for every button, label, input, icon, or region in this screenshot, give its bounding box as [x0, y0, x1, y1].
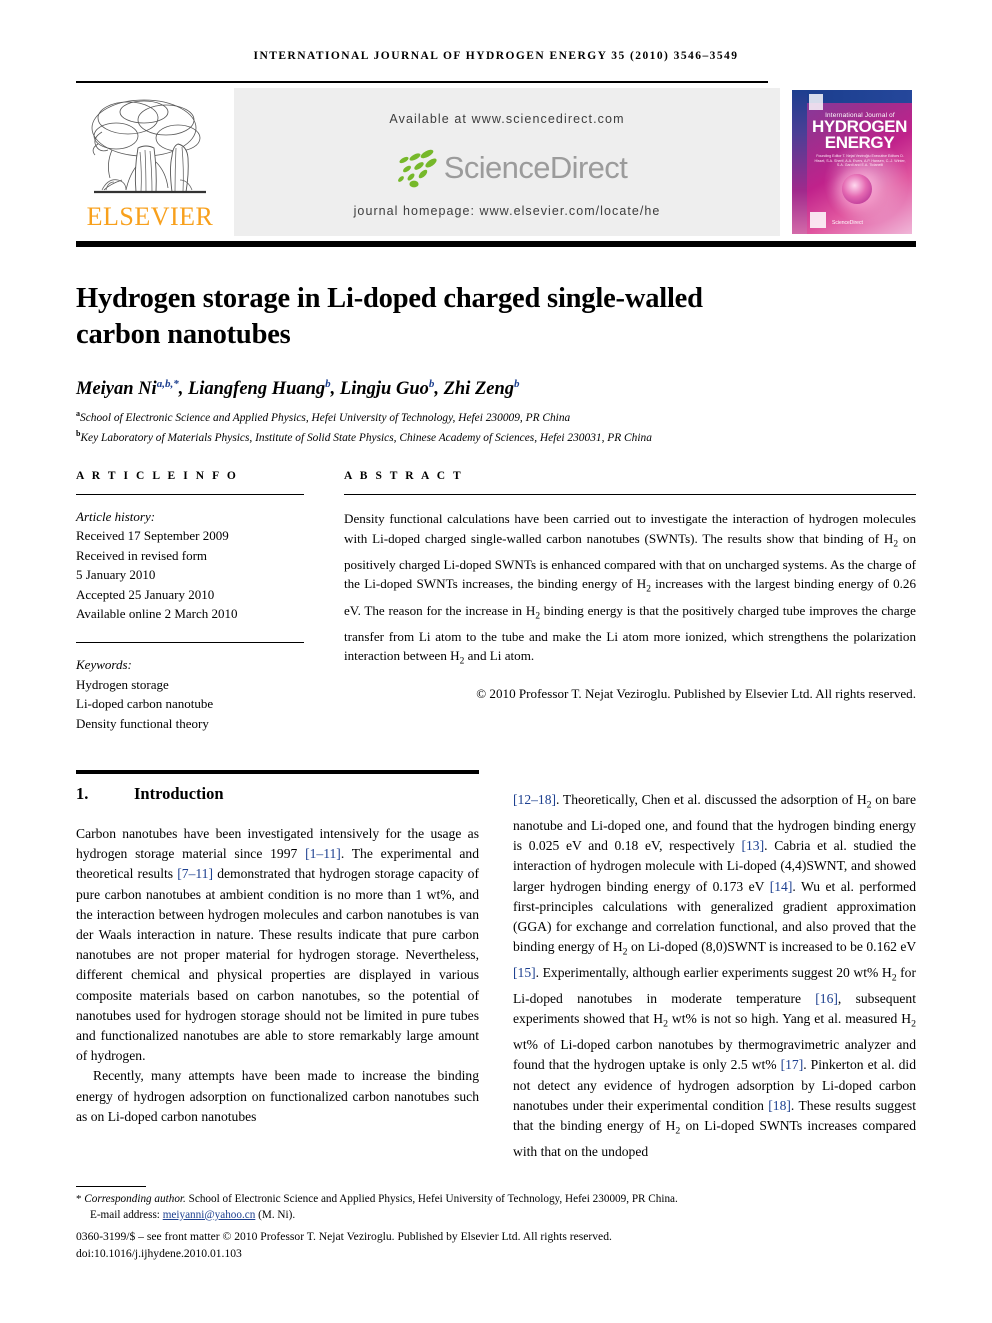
section-number: 1. — [76, 784, 89, 803]
history-item: Received in revised form — [76, 547, 208, 563]
affiliation-list: aSchool of Electronic Science and Applie… — [76, 406, 916, 446]
elsevier-wordmark: ELSEVIER — [86, 202, 214, 231]
abstract-rule — [344, 494, 916, 495]
journal-article-page: INTERNATIONAL JOURNAL OF HYDROGEN ENERGY… — [0, 0, 992, 1323]
paragraph: Carbon nanotubes have been investigated … — [76, 826, 479, 1064]
author-name: Meiyan Ni — [76, 379, 157, 400]
journal-cover-thumbnail: International Journal of HYDROGEN ENERGY… — [788, 88, 916, 236]
author-marks: b — [325, 378, 331, 390]
citation-ref[interactable]: [7–11] — [177, 866, 213, 881]
author-name: Zhi Zeng — [443, 379, 515, 400]
sciencedirect-wordmark: ScienceDirect — [443, 150, 628, 185]
history-item: Available online 2 March 2010 — [76, 606, 238, 622]
article-info-rule — [76, 494, 304, 495]
citation-ref[interactable]: [16] — [815, 991, 838, 1006]
affiliation-text: School of Electronic Science and Applied… — [80, 411, 571, 424]
abstract-copyright: © 2010 Professor T. Nejat Veziroglu. Pub… — [476, 685, 916, 701]
article-info-column: A R T I C L E I N F O Article history: R… — [76, 470, 304, 733]
history-item: Accepted 25 January 2010 — [76, 586, 215, 602]
email-suffix: (M. Ni). — [258, 1208, 296, 1221]
article-history-label: Article history: — [76, 509, 156, 524]
masthead: ELSEVIER Available at www.sciencedirect.… — [76, 88, 916, 236]
running-head: INTERNATIONAL JOURNAL OF HYDROGEN ENERGY… — [253, 50, 739, 62]
paragraph: [12–18]. Theoretically, Chen et al. disc… — [513, 792, 917, 1159]
cover-spine — [792, 90, 807, 234]
corresponding-marker: * — [76, 1193, 82, 1205]
email-link[interactable]: meiyanni@yahoo.cn — [163, 1209, 256, 1221]
keyword-item: Hydrogen storage — [76, 676, 169, 692]
author-list: Meiyan Nia,b,*, Liangfeng Huangb, Lingju… — [76, 378, 520, 400]
abstract-part: and Li atom. — [464, 648, 535, 664]
author-name: Liangfeng Huang — [187, 379, 326, 400]
citation-ref[interactable]: [13] — [741, 838, 764, 853]
available-at-text: Available at www.sciencedirect.com — [389, 112, 625, 126]
paragraph: Recently, many attempts have been made t… — [76, 1068, 479, 1124]
corresponding-address: School of Electronic Science and Applied… — [185, 1193, 678, 1205]
cover-hydrogen-logo — [810, 212, 826, 228]
sciencedirect-leaf-icon — [397, 149, 437, 188]
citation-ref[interactable]: [1–11] — [305, 846, 341, 861]
citation-ref[interactable]: [18] — [768, 1098, 791, 1113]
issn-copyright-line: 0360-3199/$ – see front matter © 2010 Pr… — [76, 1230, 612, 1243]
citation-ref[interactable]: [17] — [781, 1057, 804, 1072]
corresponding-author-note: * Corresponding author. School of Electr… — [76, 1192, 916, 1223]
cover-energy: ENERGY — [824, 133, 895, 152]
keywords-rule — [76, 642, 304, 644]
body-column-left: Carbon nanotubes have been investigated … — [76, 824, 479, 1127]
doi-line: doi:10.1016/j.ijhydene.2010.01.103 — [76, 1247, 242, 1260]
keyword-item: Li-doped carbon nanotube — [76, 696, 214, 712]
affiliation-item: bKey Laboratory of Materials Physics, In… — [76, 426, 916, 446]
section-rule — [76, 770, 479, 774]
affiliation-text: Key Laboratory of Materials Physics, Ins… — [80, 431, 652, 444]
corresponding-label: Corresponding author. — [84, 1193, 186, 1205]
elsevier-tree-icon — [91, 99, 206, 194]
cover-editors: Founding Editor T. Nejat Veziroğlu Execu… — [814, 154, 906, 168]
history-item: Received 17 September 2009 — [76, 528, 229, 544]
keywords-label: Keywords: — [76, 657, 132, 673]
citation-ref[interactable]: [12–18] — [513, 792, 556, 807]
abstract-column: A B S T R A C T Density functional calcu… — [344, 470, 916, 703]
cover-elsevier-mark — [809, 94, 823, 110]
page-title: Hydrogen storage in Li-doped charged sin… — [76, 283, 703, 351]
citation-ref[interactable]: [15] — [513, 965, 536, 980]
author-marks: b — [428, 378, 435, 390]
footnote-rule — [76, 1186, 146, 1187]
article-info-heading: A R T I C L E I N F O — [76, 470, 239, 482]
article-history: Article history: Received 17 September 2… — [76, 507, 304, 623]
sciencedirect-banner: Available at www.sciencedirect.com Scien… — [234, 88, 780, 236]
abstract-heading: A B S T R A C T — [344, 470, 464, 482]
elsevier-logo: ELSEVIER — [76, 88, 224, 236]
author-marks: b — [514, 378, 520, 390]
section-title: Introduction — [134, 784, 224, 803]
author-marks: a,b,* — [156, 378, 179, 390]
keywords-block: Keywords: Hydrogen storage Li-doped carb… — [76, 655, 304, 733]
affiliation-item: aSchool of Electronic Science and Applie… — [76, 406, 916, 426]
section-heading: 1. Introduction — [76, 784, 479, 804]
body-column-right: [12–18]. Theoretically, Chen et al. disc… — [513, 790, 916, 1162]
cover-title-line2: HYDROGEN ENERGY — [809, 118, 910, 152]
abstract-part: Density functional calculations have bee… — [344, 511, 916, 546]
cover-sphere-graphic — [842, 174, 872, 204]
author-name: Lingju Guo — [339, 379, 429, 400]
email-label: E-mail address: — [90, 1208, 160, 1221]
abstract-text: Density functional calculations have bee… — [344, 509, 916, 673]
history-item: 5 January 2010 — [76, 567, 156, 583]
masthead-bottom-rule — [76, 241, 916, 247]
sciencedirect-logo: ScienceDirect — [234, 144, 780, 192]
masthead-top-rule — [76, 81, 768, 83]
citation-ref[interactable]: [14] — [770, 879, 793, 894]
journal-homepage-text: journal homepage: www.elsevier.com/locat… — [353, 204, 661, 218]
keyword-item: Density functional theory — [76, 715, 209, 731]
cover-sciencedirect-label: ScienceDirect — [832, 220, 863, 226]
email-line: E-mail address: meiyanni@yahoo.cn (M. Ni… — [76, 1208, 916, 1224]
